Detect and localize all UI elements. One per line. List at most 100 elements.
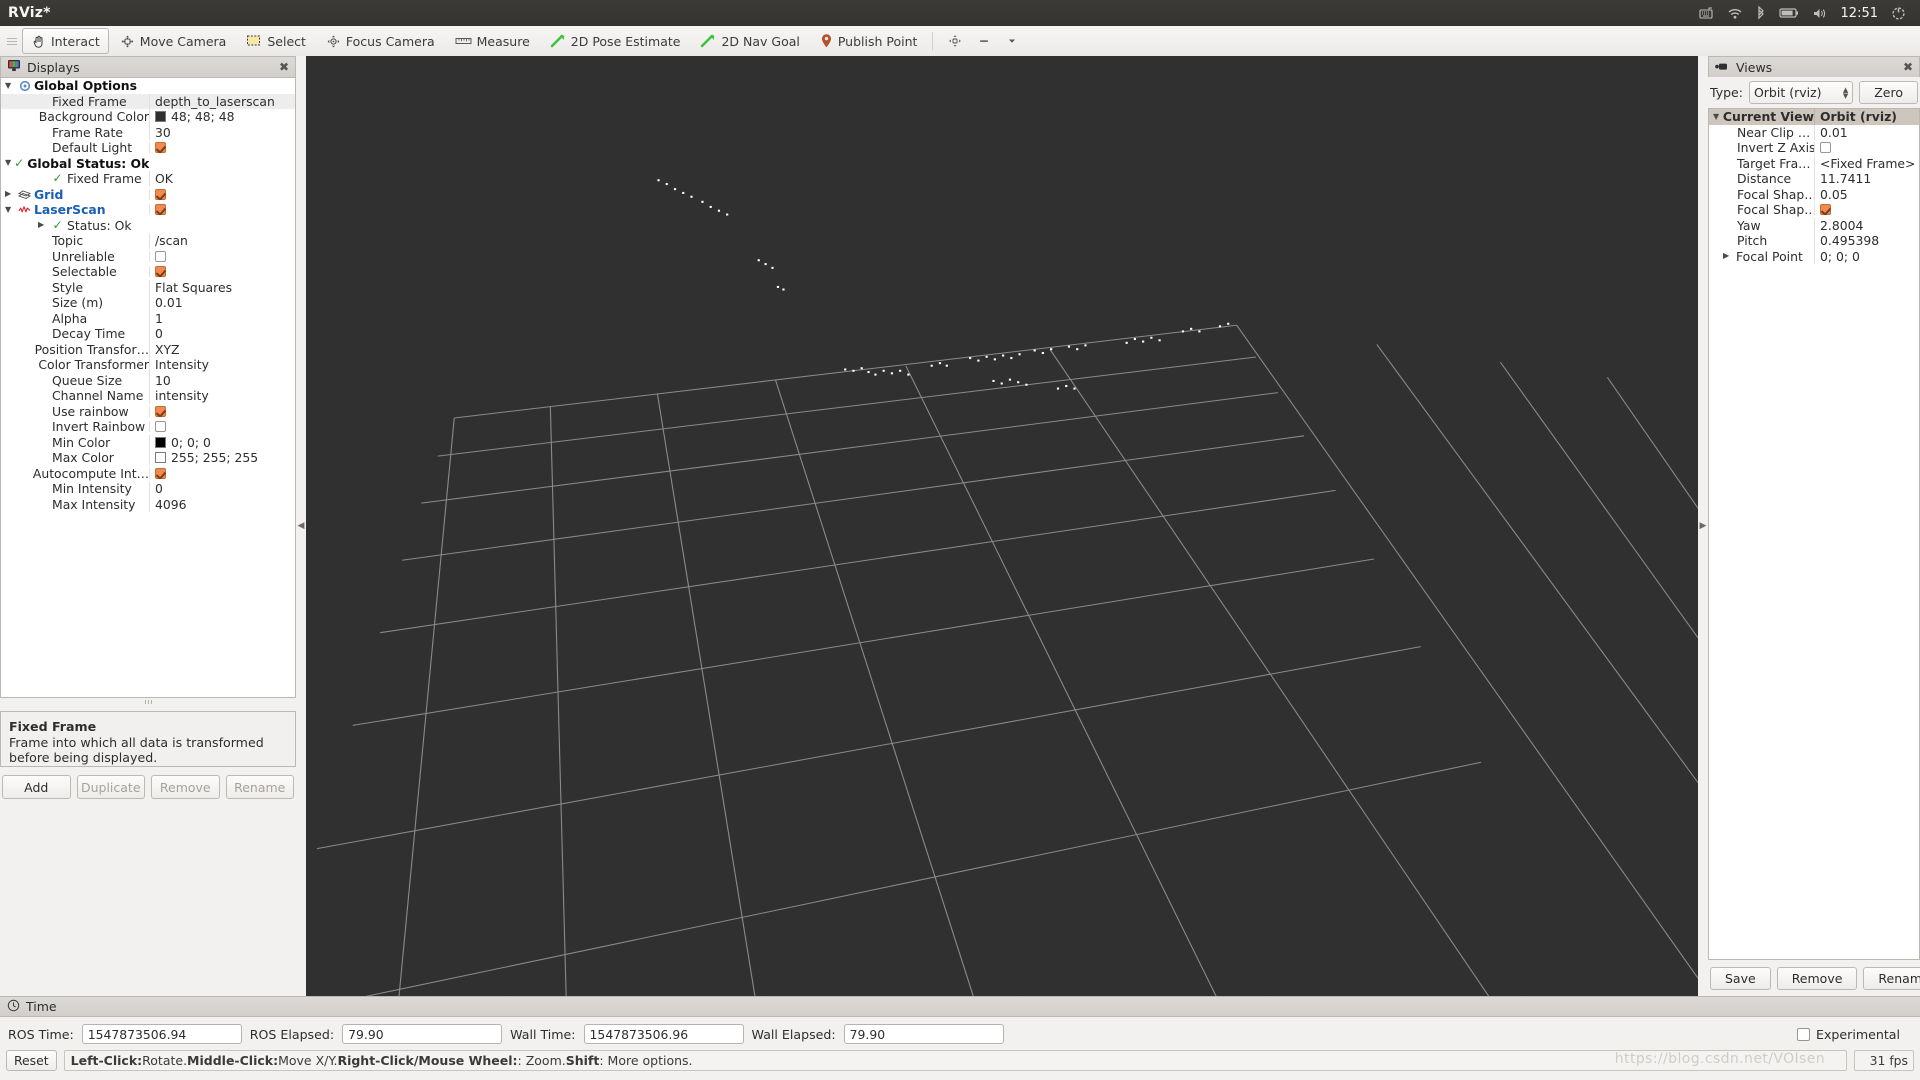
zero-button[interactable]: Zero: [1859, 81, 1918, 104]
display-row[interactable]: Default Light: [1, 140, 295, 156]
color-swatch[interactable]: [155, 111, 166, 123]
experimental-checkbox[interactable]: [1797, 1027, 1811, 1041]
display-row[interactable]: Alpha 1: [1, 310, 295, 326]
row-value-cell[interactable]: 0; 0; 0: [1814, 248, 1919, 264]
color-swatch[interactable]: [155, 436, 166, 448]
views-header-row[interactable]: Current ViewOrbit (rviz): [1709, 109, 1919, 125]
wall-time-input[interactable]: 1547873506.96: [583, 1024, 744, 1044]
display-row[interactable]: Size (m) 0.01: [1, 295, 295, 311]
remove-view-button[interactable]: Remove: [1776, 967, 1858, 990]
minus-icon[interactable]: [973, 33, 997, 49]
row-value-cell[interactable]: [149, 266, 295, 278]
row-value-cell[interactable]: 4096: [149, 496, 295, 512]
view-type-select[interactable]: Orbit (rviz) ▲ ▼: [1748, 81, 1854, 104]
duplicate-button[interactable]: Duplicate: [76, 775, 145, 799]
row-checkbox[interactable]: [155, 142, 166, 154]
volume-icon[interactable]: [1812, 7, 1828, 20]
row-value-cell[interactable]: [149, 421, 295, 433]
collapse-right-arrow-icon[interactable]: ▶: [1700, 521, 1707, 531]
row-value-cell[interactable]: <Fixed Frame>: [1814, 155, 1919, 171]
row-value-cell[interactable]: Flat Squares: [149, 279, 295, 295]
view-property-row[interactable]: Invert Z Axis: [1709, 140, 1919, 156]
expand-arrow-icon[interactable]: [5, 159, 11, 167]
ros-elapsed-input[interactable]: 79.90: [342, 1024, 503, 1044]
chevron-down-icon[interactable]: [1003, 36, 1021, 46]
view-property-row[interactable]: Focal Shap…: [1709, 202, 1919, 218]
display-row[interactable]: Frame Rate 30: [1, 124, 295, 140]
bluetooth-icon[interactable]: [1756, 6, 1766, 20]
display-row[interactable]: Selectable: [1, 264, 295, 280]
tray-clock[interactable]: 12:51: [1841, 6, 1878, 21]
wall-elapsed-input[interactable]: 79.90: [843, 1024, 1004, 1044]
add-tool-icon[interactable]: [943, 33, 967, 49]
display-row[interactable]: Color Transformer Intensity: [1, 357, 295, 373]
view-property-row[interactable]: Near Clip … 0.01: [1709, 124, 1919, 140]
row-checkbox[interactable]: [155, 467, 166, 479]
row-value-cell[interactable]: 10: [149, 372, 295, 388]
display-row[interactable]: Unreliable: [1, 249, 295, 265]
row-value-cell[interactable]: 0: [149, 481, 295, 497]
tool-focus-camera[interactable]: Focus Camera: [317, 28, 444, 54]
color-swatch[interactable]: [155, 452, 166, 464]
collapse-left-arrow-icon[interactable]: ◀: [298, 521, 305, 531]
display-row[interactable]: Global Options: [1, 78, 295, 94]
add-button[interactable]: Add: [2, 775, 71, 799]
rename-button[interactable]: Rename: [225, 775, 294, 799]
row-value-cell[interactable]: OK: [149, 171, 295, 187]
reset-button[interactable]: Reset: [6, 1050, 57, 1071]
expand-arrow-icon[interactable]: [5, 206, 15, 214]
spinner-arrows-icon[interactable]: ▲ ▼: [1843, 86, 1848, 99]
row-value-cell[interactable]: intensity: [149, 388, 295, 404]
row-value-cell[interactable]: 30: [149, 124, 295, 140]
display-row[interactable]: Decay Time 0: [1, 326, 295, 342]
display-row[interactable]: Topic/scan: [1, 233, 295, 249]
row-value-cell[interactable]: depth_to_laserscan: [149, 93, 295, 109]
displays-tree[interactable]: Global OptionsFixed Framedepth_to_lasers…: [0, 77, 296, 698]
expand-arrow-icon[interactable]: [5, 190, 15, 198]
row-value-cell[interactable]: [1814, 142, 1919, 154]
display-row[interactable]: Grid: [1, 187, 295, 203]
tool-measure[interactable]: Measure: [446, 28, 539, 54]
display-row[interactable]: Min Color 0; 0; 0: [1, 434, 295, 450]
row-value-cell[interactable]: 11.7411: [1814, 171, 1919, 187]
3d-viewport[interactable]: [306, 56, 1698, 996]
row-checkbox[interactable]: [155, 204, 166, 216]
row-checkbox[interactable]: [155, 188, 166, 200]
tool-move-camera[interactable]: Move Camera: [111, 28, 236, 54]
close-icon[interactable]: ✖: [1903, 60, 1913, 74]
expand-arrow-icon[interactable]: [38, 221, 48, 229]
wifi-icon[interactable]: [1727, 7, 1743, 20]
rename-view-button[interactable]: Rename: [1863, 967, 1920, 990]
row-value-cell[interactable]: /scan: [149, 233, 295, 249]
tool-interact[interactable]: Interact: [22, 28, 109, 54]
row-value-cell[interactable]: 0; 0; 0: [149, 434, 295, 450]
row-checkbox[interactable]: [155, 421, 166, 433]
row-checkbox[interactable]: [1820, 142, 1831, 154]
display-row[interactable]: Style Flat Squares: [1, 279, 295, 295]
row-value-cell[interactable]: 48; 48; 48: [149, 109, 295, 125]
row-value-cell[interactable]: 0.01: [1814, 124, 1919, 140]
save-view-button[interactable]: Save: [1710, 967, 1771, 990]
tool-select[interactable]: Select: [237, 28, 315, 54]
display-row[interactable]: Position Transfor… XYZ: [1, 341, 295, 357]
display-row[interactable]: Use rainbow: [1, 404, 295, 420]
row-value-cell[interactable]: 255; 255; 255: [149, 450, 295, 466]
display-row[interactable]: Max Intensity 4096: [1, 496, 295, 512]
row-value-cell[interactable]: 0: [149, 326, 295, 342]
row-checkbox[interactable]: [155, 266, 166, 278]
tool-2d-pose-estimate[interactable]: 2D Pose Estimate: [541, 28, 690, 54]
battery-icon[interactable]: [1778, 7, 1799, 19]
row-value-cell[interactable]: 2.8004: [1814, 217, 1919, 233]
display-row[interactable]: Fixed Frame depth_to_laserscan: [1, 93, 295, 109]
view-property-row[interactable]: Focal Point 0; 0; 0: [1709, 248, 1919, 264]
row-checkbox[interactable]: [1820, 204, 1831, 216]
view-property-row[interactable]: Distance 11.7411: [1709, 171, 1919, 187]
display-row[interactable]: ✓Global Status: Ok: [1, 156, 295, 172]
row-value-cell[interactable]: [149, 250, 295, 262]
view-property-row[interactable]: Target Fra… <Fixed Frame>: [1709, 155, 1919, 171]
row-value-cell[interactable]: 0.01: [149, 295, 295, 311]
display-row[interactable]: Max Color 255; 255; 255: [1, 450, 295, 466]
expand-arrow-icon[interactable]: [5, 82, 15, 90]
keyboard-icon[interactable]: [1698, 6, 1714, 20]
display-row[interactable]: Queue Size 10: [1, 372, 295, 388]
